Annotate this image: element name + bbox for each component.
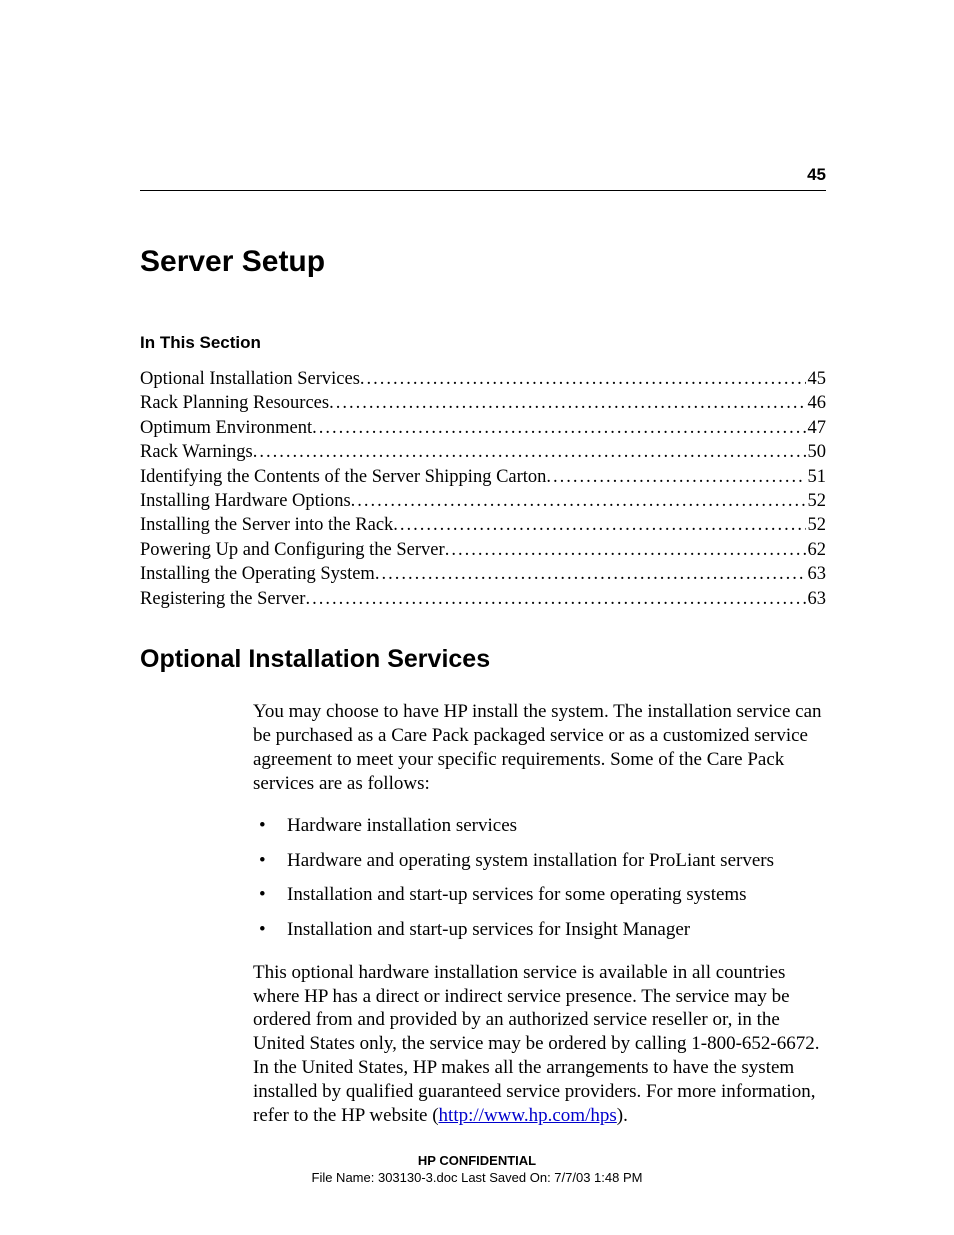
toc-page: 63 bbox=[806, 587, 827, 611]
toc-leader-dots bbox=[312, 416, 805, 440]
toc-page: 46 bbox=[806, 391, 827, 415]
toc-entry[interactable]: Rack Warnings 50 bbox=[140, 440, 826, 464]
toc-label: Installing the Operating System bbox=[140, 562, 375, 586]
toc-leader-dots bbox=[360, 367, 806, 391]
table-of-contents: Optional Installation Services 45 Rack P… bbox=[140, 367, 826, 611]
toc-page: 45 bbox=[806, 367, 827, 391]
toc-label: Identifying the Contents of the Server S… bbox=[140, 465, 546, 489]
list-item: Hardware and operating system installati… bbox=[253, 849, 826, 874]
page-title: Server Setup bbox=[140, 245, 826, 279]
paragraph: You may choose to have HP install the sy… bbox=[253, 700, 826, 796]
list-item: Installation and start-up services for I… bbox=[253, 918, 826, 943]
hp-website-link[interactable]: http://www.hp.com/hps bbox=[439, 1105, 617, 1126]
toc-leader-dots bbox=[393, 513, 805, 537]
toc-entry[interactable]: Powering Up and Configuring the Server 6… bbox=[140, 538, 826, 562]
toc-page: 51 bbox=[806, 465, 827, 489]
footer-fileinfo: File Name: 303130-3.doc Last Saved On: 7… bbox=[0, 1169, 954, 1187]
toc-leader-dots bbox=[546, 465, 805, 489]
toc-label: Powering Up and Configuring the Server bbox=[140, 538, 445, 562]
page-footer: HP CONFIDENTIAL File Name: 303130-3.doc … bbox=[0, 1152, 954, 1187]
toc-page: 63 bbox=[806, 562, 827, 586]
document-page: 45 Server Setup In This Section Optional… bbox=[0, 0, 954, 1128]
list-item: Installation and start-up services for s… bbox=[253, 883, 826, 908]
bullet-list: Hardware installation services Hardware … bbox=[253, 814, 826, 943]
toc-leader-dots bbox=[445, 538, 806, 562]
toc-label: Installing the Server into the Rack bbox=[140, 513, 393, 537]
list-item: Hardware installation services bbox=[253, 814, 826, 839]
toc-leader-dots bbox=[351, 489, 806, 513]
toc-page: 47 bbox=[806, 416, 827, 440]
toc-entry[interactable]: Installing the Server into the Rack 52 bbox=[140, 513, 826, 537]
toc-page: 52 bbox=[806, 513, 827, 537]
toc-label: Rack Planning Resources bbox=[140, 391, 329, 415]
in-this-section-heading: In This Section bbox=[140, 333, 826, 353]
paragraph: This optional hardware installation serv… bbox=[253, 961, 826, 1129]
paragraph-text: This optional hardware installation serv… bbox=[253, 962, 820, 1127]
page-number: 45 bbox=[807, 165, 826, 185]
toc-leader-dots bbox=[305, 587, 805, 611]
toc-label: Optional Installation Services bbox=[140, 367, 360, 391]
toc-leader-dots bbox=[375, 562, 806, 586]
toc-label: Installing Hardware Options bbox=[140, 489, 351, 513]
toc-entry[interactable]: Identifying the Contents of the Server S… bbox=[140, 465, 826, 489]
toc-label: Rack Warnings bbox=[140, 440, 253, 464]
header-rule bbox=[140, 190, 826, 191]
toc-page: 62 bbox=[806, 538, 827, 562]
toc-page: 50 bbox=[806, 440, 827, 464]
toc-entry[interactable]: Registering the Server 63 bbox=[140, 587, 826, 611]
toc-entry[interactable]: Rack Planning Resources 46 bbox=[140, 391, 826, 415]
toc-entry[interactable]: Installing the Operating System 63 bbox=[140, 562, 826, 586]
toc-entry[interactable]: Installing Hardware Options 52 bbox=[140, 489, 826, 513]
toc-label: Optimum Environment bbox=[140, 416, 312, 440]
toc-entry[interactable]: Optimum Environment 47 bbox=[140, 416, 826, 440]
toc-leader-dots bbox=[329, 391, 805, 415]
toc-label: Registering the Server bbox=[140, 587, 305, 611]
toc-page: 52 bbox=[806, 489, 827, 513]
toc-entry[interactable]: Optional Installation Services 45 bbox=[140, 367, 826, 391]
footer-confidential: HP CONFIDENTIAL bbox=[0, 1152, 954, 1170]
toc-leader-dots bbox=[253, 440, 806, 464]
paragraph-text: ). bbox=[617, 1105, 628, 1126]
section-heading: Optional Installation Services bbox=[140, 645, 826, 674]
